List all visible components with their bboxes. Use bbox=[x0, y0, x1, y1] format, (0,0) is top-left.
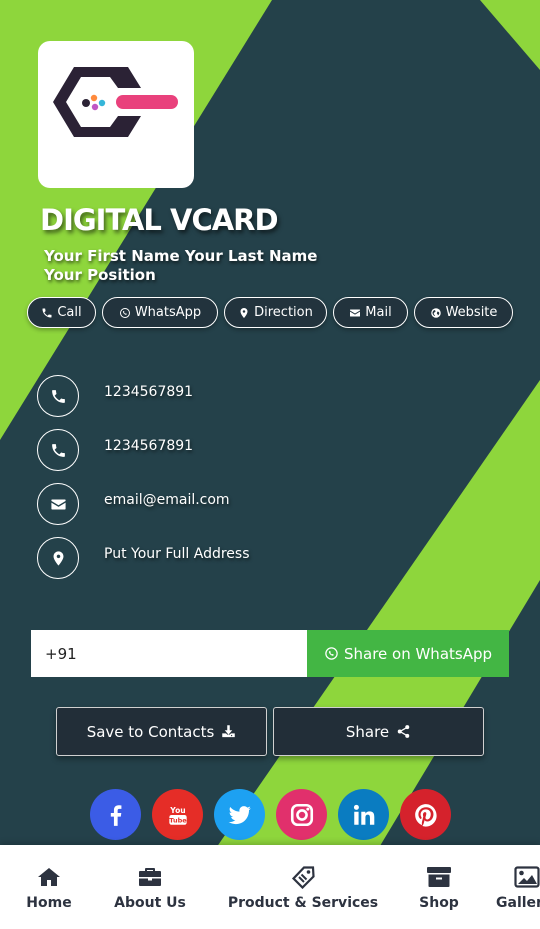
website-label: Website bbox=[445, 305, 498, 320]
whatsapp-button[interactable]: WhatsApp bbox=[102, 297, 218, 328]
nav-item-shop[interactable]: Shop bbox=[416, 865, 462, 911]
nav-item-about-us[interactable]: About Us bbox=[110, 865, 190, 911]
contact-value[interactable]: email@email.com bbox=[104, 492, 230, 508]
youtube-icon: You Tube bbox=[169, 805, 187, 825]
phone-icon bbox=[37, 375, 79, 417]
contact-value[interactable]: 1234567891 bbox=[104, 384, 193, 400]
website-button[interactable]: Website bbox=[414, 297, 513, 328]
contact-phone-2[interactable]: 1234567891 bbox=[37, 429, 507, 471]
instagram-link[interactable] bbox=[276, 789, 327, 840]
quick-actions: Call WhatsApp Direction Mail Website bbox=[27, 297, 517, 329]
contact-phone-1[interactable]: 1234567891 bbox=[37, 375, 507, 417]
linkedin-icon bbox=[353, 804, 374, 825]
nav-item-product-services[interactable]: Product & Services bbox=[225, 865, 381, 911]
share-label: Share bbox=[345, 722, 390, 741]
nav-item-home[interactable]: Home bbox=[22, 865, 76, 911]
envelope-icon bbox=[37, 483, 79, 525]
nav-label: Shop bbox=[419, 895, 459, 911]
direction-label: Direction bbox=[254, 305, 313, 320]
company-logo bbox=[38, 41, 194, 188]
share-icon bbox=[397, 725, 410, 738]
person-name: Your First Name Your Last Name bbox=[44, 247, 318, 265]
map-marker-icon bbox=[37, 537, 79, 579]
call-label: Call bbox=[57, 305, 82, 320]
whatsapp-label: WhatsApp bbox=[134, 305, 202, 320]
card-title: DIGITAL VCARD bbox=[40, 203, 279, 237]
whatsapp-icon bbox=[325, 647, 338, 660]
download-icon bbox=[222, 725, 236, 738]
nav-item-gallery[interactable]: Gallery bbox=[496, 865, 540, 911]
save-to-contacts-label: Save to Contacts bbox=[86, 722, 215, 741]
image-icon bbox=[514, 866, 540, 888]
twitter-icon bbox=[228, 805, 251, 824]
whatsapp-share-form: Share on WhatsApp bbox=[31, 630, 509, 677]
map-marker-icon bbox=[240, 307, 248, 318]
phone-icon bbox=[42, 308, 52, 317]
pinterest-icon bbox=[414, 803, 437, 827]
briefcase-icon bbox=[139, 868, 161, 886]
nav-label: Home bbox=[26, 895, 72, 911]
instagram-icon bbox=[290, 803, 313, 826]
globe-icon bbox=[430, 307, 441, 318]
share-on-whatsapp-button[interactable]: Share on WhatsApp bbox=[307, 630, 509, 677]
phone-number-input[interactable] bbox=[31, 630, 307, 677]
contact-value[interactable]: Put Your Full Address bbox=[104, 546, 250, 562]
nav-label: Product & Services bbox=[227, 895, 379, 911]
bottom-navigation: Home About Us Product & Services Shop Ga… bbox=[0, 845, 540, 929]
call-button[interactable]: Call bbox=[27, 297, 96, 328]
facebook-icon bbox=[110, 804, 121, 826]
contact-address[interactable]: Put Your Full Address bbox=[37, 537, 507, 579]
person-position: Your Position bbox=[44, 266, 156, 284]
share-button[interactable]: Share bbox=[273, 707, 484, 756]
direction-button[interactable]: Direction bbox=[224, 297, 327, 328]
home-icon bbox=[38, 868, 60, 886]
pinterest-link[interactable] bbox=[400, 789, 451, 840]
tag-icon bbox=[291, 866, 315, 889]
svg-text:Tube: Tube bbox=[169, 816, 187, 824]
mail-label: Mail bbox=[365, 305, 392, 320]
whatsapp-icon bbox=[119, 307, 130, 318]
contact-email[interactable]: email@email.com bbox=[37, 483, 507, 525]
linkedin-link[interactable] bbox=[338, 789, 389, 840]
svg-text:You: You bbox=[169, 805, 185, 814]
mail-button[interactable]: Mail bbox=[333, 297, 408, 328]
save-to-contacts-button[interactable]: Save to Contacts bbox=[56, 707, 267, 756]
envelope-icon bbox=[350, 309, 361, 316]
nav-label: Gallery bbox=[496, 895, 540, 911]
share-on-whatsapp-label: Share on WhatsApp bbox=[343, 644, 493, 663]
facebook-link[interactable] bbox=[90, 789, 141, 840]
phone-icon bbox=[37, 429, 79, 471]
nav-label: About Us bbox=[114, 895, 186, 911]
twitter-link[interactable] bbox=[214, 789, 265, 840]
contact-value[interactable]: 1234567891 bbox=[104, 438, 193, 454]
archive-box-icon bbox=[427, 867, 451, 887]
youtube-link[interactable]: You Tube bbox=[152, 789, 203, 840]
